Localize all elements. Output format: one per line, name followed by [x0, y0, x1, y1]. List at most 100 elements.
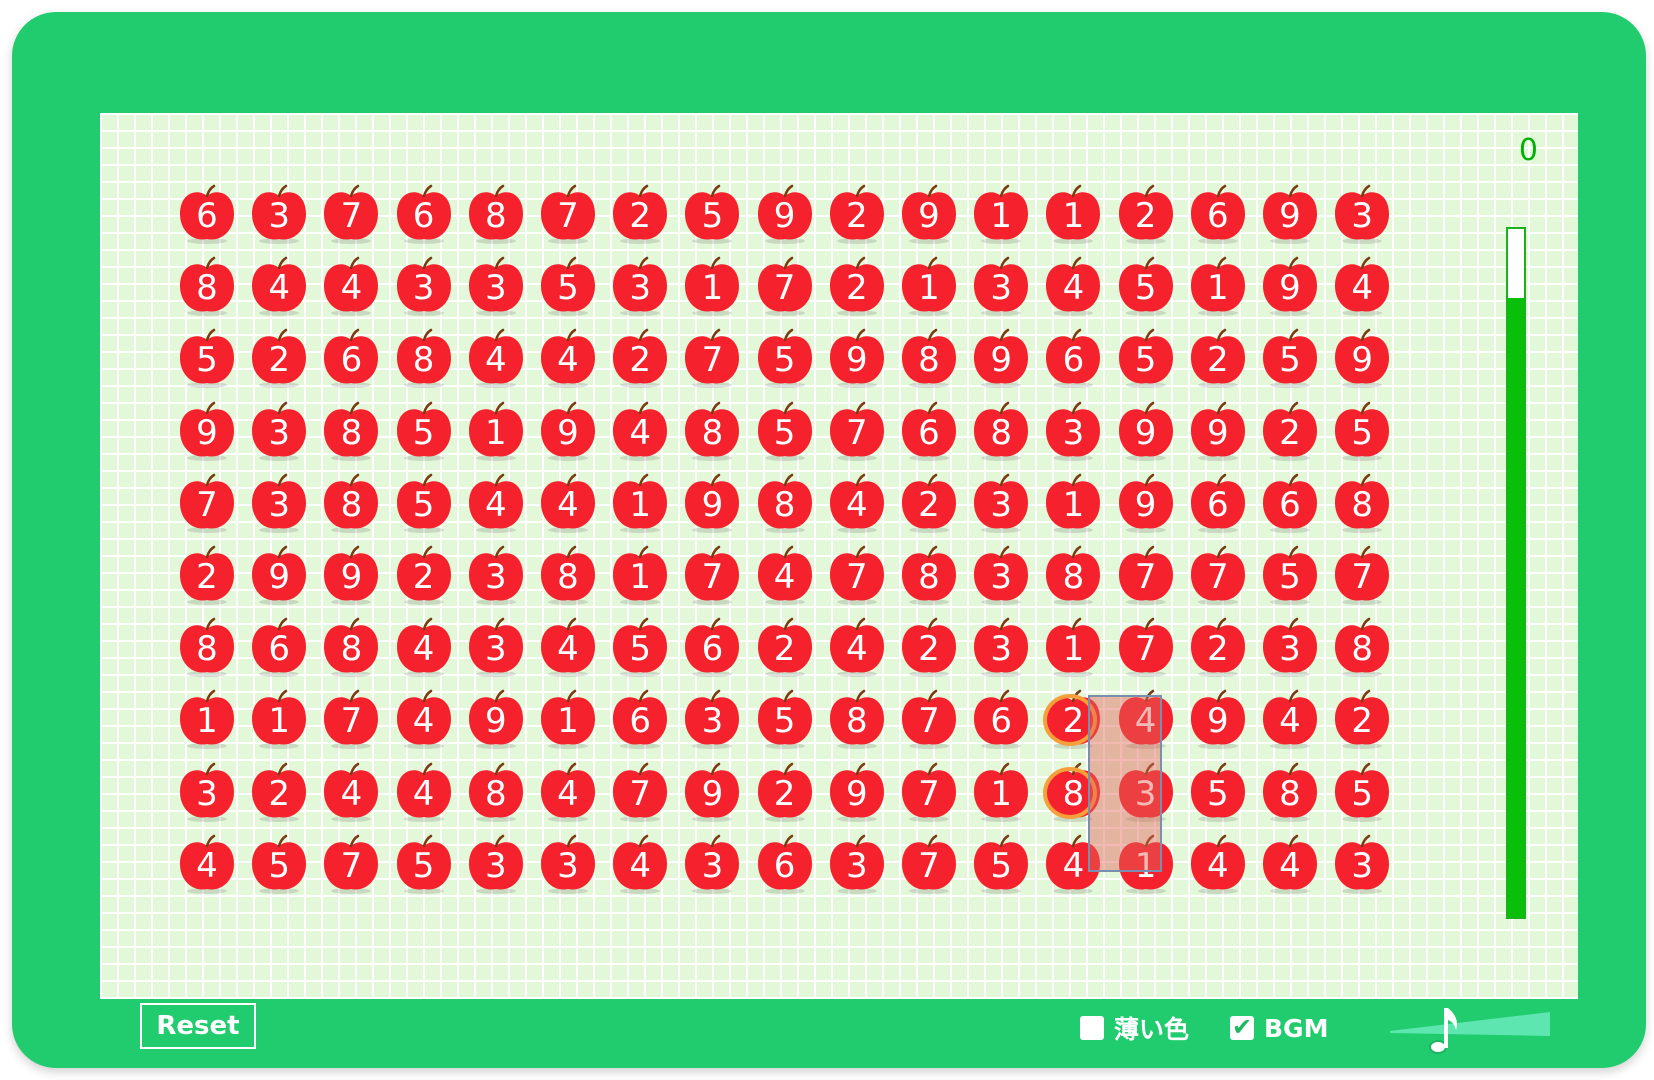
game-board[interactable]: 6 3 7 6 8 7 2 5 9 2 9 1 1 2 6 9 3 8 4 4 3 3 5 3 1 7 2 1 3 4 5 1 9 4 5 2 6 8 4 4…: [100, 113, 1578, 999]
apple-cell[interactable]: 3: [176, 762, 238, 824]
apple-cell[interactable]: 7: [320, 834, 382, 896]
apple-cell[interactable]: 1: [1042, 617, 1104, 679]
apple-cell[interactable]: 3: [248, 473, 310, 535]
apple-cell[interactable]: 4: [1331, 256, 1393, 318]
apple-cell[interactable]: 9: [1259, 256, 1321, 318]
apple-cell[interactable]: 8: [1331, 617, 1393, 679]
apple-cell[interactable]: 4: [537, 328, 599, 390]
apple-cell[interactable]: 5: [1187, 762, 1249, 824]
apple-cell[interactable]: 6: [1259, 473, 1321, 535]
apple-cell[interactable]: 3: [681, 834, 743, 896]
apple-cell[interactable]: 6: [248, 617, 310, 679]
apple-cell[interactable]: 8: [898, 328, 960, 390]
apple-cell[interactable]: 7: [681, 545, 743, 607]
apple-cell[interactable]: 2: [754, 617, 816, 679]
apple-cell[interactable]: 6: [393, 184, 455, 246]
apple-cell[interactable]: 5: [393, 473, 455, 535]
apple-cell[interactable]: 8: [970, 401, 1032, 463]
apple-cell[interactable]: 2: [1331, 689, 1393, 751]
apple-cell[interactable]: 5: [681, 184, 743, 246]
apple-cell[interactable]: 2: [1187, 617, 1249, 679]
apple-cell[interactable]: 3: [465, 617, 527, 679]
apple-cell[interactable]: 4: [754, 545, 816, 607]
apple-cell[interactable]: 5: [176, 328, 238, 390]
apple-cell[interactable]: 7: [320, 689, 382, 751]
apple-cell[interactable]: 2: [898, 473, 960, 535]
apple-cell[interactable]: 3: [1331, 834, 1393, 896]
apple-cell[interactable]: 1: [465, 401, 527, 463]
apple-cell[interactable]: 5: [1115, 328, 1177, 390]
apple-cell[interactable]: 5: [1331, 401, 1393, 463]
apple-cell[interactable]: 4: [393, 762, 455, 824]
apple-cell[interactable]: 6: [1187, 473, 1249, 535]
apple-cell[interactable]: 4: [320, 256, 382, 318]
bgm-checkbox[interactable]: ✔: [1230, 1013, 1254, 1041]
apple-cell[interactable]: 4: [320, 762, 382, 824]
apple-cell[interactable]: 5: [754, 401, 816, 463]
apple-cell[interactable]: 2: [826, 256, 888, 318]
volume-track[interactable]: [1390, 1012, 1550, 1036]
apple-cell[interactable]: 4: [537, 762, 599, 824]
apple-cell[interactable]: 1: [1187, 256, 1249, 318]
apple-cell[interactable]: 8: [320, 617, 382, 679]
apple-cell[interactable]: 6: [176, 184, 238, 246]
apple-cell[interactable]: 1: [970, 762, 1032, 824]
apple-cell[interactable]: 9: [1187, 689, 1249, 751]
apple-cell[interactable]: 9: [176, 401, 238, 463]
apple-cell[interactable]: 1: [609, 545, 671, 607]
apple-cell[interactable]: 7: [537, 184, 599, 246]
apple-cell[interactable]: 3: [1331, 184, 1393, 246]
apple-cell[interactable]: 3: [681, 689, 743, 751]
apple-cell[interactable]: 1: [1042, 184, 1104, 246]
apple-cell[interactable]: 5: [754, 328, 816, 390]
apple-cell[interactable]: 4: [393, 689, 455, 751]
apple-cell[interactable]: 8: [320, 401, 382, 463]
apple-cell[interactable]: 4: [537, 473, 599, 535]
apple-cell[interactable]: 1: [248, 689, 310, 751]
apple-cell[interactable]: 1: [970, 184, 1032, 246]
apple-cell[interactable]: 6: [681, 617, 743, 679]
apple-cell[interactable]: 2: [248, 762, 310, 824]
apple-cell[interactable]: 8: [176, 617, 238, 679]
apple-cell[interactable]: 5: [537, 256, 599, 318]
apple-cell[interactable]: 2: [754, 762, 816, 824]
apple-cell[interactable]: 4: [176, 834, 238, 896]
apple-cell[interactable]: 2: [393, 545, 455, 607]
apple-cell[interactable]: 8: [465, 184, 527, 246]
apple-cell[interactable]: 7: [609, 762, 671, 824]
apple-cell[interactable]: 7: [754, 256, 816, 318]
apple-cell[interactable]: 3: [465, 256, 527, 318]
apple-cell[interactable]: 3: [970, 545, 1032, 607]
apple-cell[interactable]: 1: [176, 689, 238, 751]
apple-cell[interactable]: 8: [176, 256, 238, 318]
apple-cell[interactable]: 3: [826, 834, 888, 896]
apple-cell[interactable]: 7: [826, 545, 888, 607]
apple-cell[interactable]: 7: [1115, 617, 1177, 679]
apple-cell[interactable]: 8: [393, 328, 455, 390]
apple-cell[interactable]: 3: [970, 473, 1032, 535]
apple-cell[interactable]: 8: [681, 401, 743, 463]
apple-cell[interactable]: 6: [609, 689, 671, 751]
apple-cell[interactable]: 4: [609, 401, 671, 463]
apple-cell[interactable]: 3: [537, 834, 599, 896]
apple-cell[interactable]: 6: [754, 834, 816, 896]
apple-cell[interactable]: 2: [1187, 328, 1249, 390]
apple-cell[interactable]: 4: [826, 617, 888, 679]
apple-cell[interactable]: 5: [393, 834, 455, 896]
apple-cell[interactable]: 8: [1331, 473, 1393, 535]
apple-cell[interactable]: 4: [1259, 689, 1321, 751]
apple-cell[interactable]: 5: [1115, 256, 1177, 318]
apple-cell[interactable]: 3: [248, 184, 310, 246]
apple-cell[interactable]: 7: [826, 401, 888, 463]
apple-cell[interactable]: 9: [1187, 401, 1249, 463]
apple-cell[interactable]: 7: [681, 328, 743, 390]
apple-cell[interactable]: 5: [1331, 762, 1393, 824]
apple-cell[interactable]: 5: [754, 689, 816, 751]
apple-cell[interactable]: 4: [465, 473, 527, 535]
apple-cell[interactable]: 1: [1042, 473, 1104, 535]
apple-cell[interactable]: 3: [970, 617, 1032, 679]
apple-cell[interactable]: 7: [898, 762, 960, 824]
apple-cell[interactable]: 2: [898, 617, 960, 679]
apple-cell[interactable]: 8: [826, 689, 888, 751]
apple-cell[interactable]: 5: [393, 401, 455, 463]
